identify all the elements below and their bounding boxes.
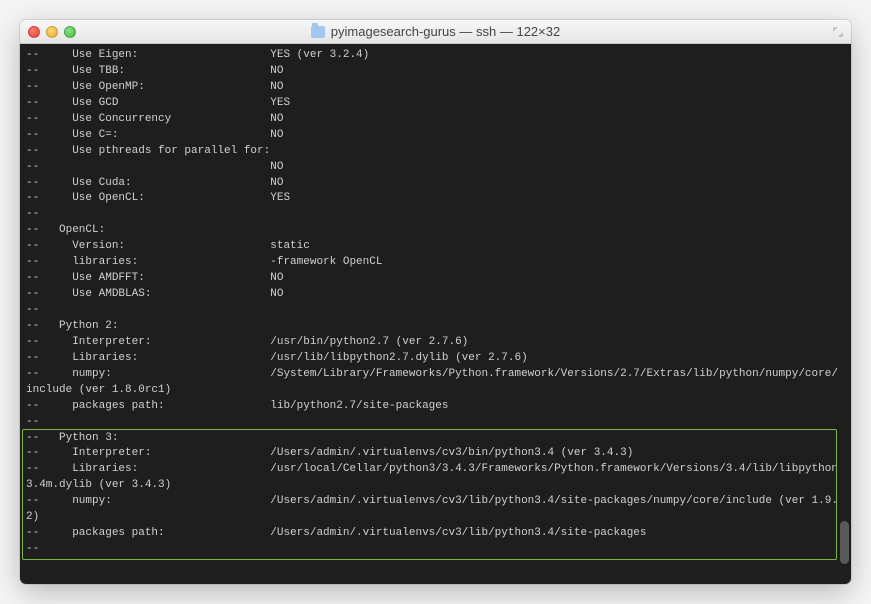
terminal-line: -- Use Eigen: YES (ver 3.2.4) bbox=[26, 48, 845, 64]
folder-icon bbox=[311, 26, 325, 38]
terminal-line: -- OpenCL: bbox=[26, 223, 845, 239]
terminal-line: -- Libraries: /usr/local/Cellar/python3/… bbox=[26, 462, 845, 478]
terminal-line: -- Use pthreads for parallel for: bbox=[26, 144, 845, 160]
window-title: pyimagesearch-gurus — ssh — 122×32 bbox=[20, 24, 851, 39]
close-icon[interactable] bbox=[28, 26, 40, 38]
minimize-icon[interactable] bbox=[46, 26, 58, 38]
terminal-line: -- Interpreter: /Users/admin/.virtualenv… bbox=[26, 446, 845, 462]
terminal-line: -- libraries: -framework OpenCL bbox=[26, 255, 845, 271]
terminal-line: -- Use OpenMP: NO bbox=[26, 80, 845, 96]
terminal-line: -- NO bbox=[26, 160, 845, 176]
terminal-line: -- Python 2: bbox=[26, 319, 845, 335]
terminal-body[interactable]: -- Use Eigen: YES (ver 3.2.4)-- Use TBB:… bbox=[20, 44, 851, 584]
terminal-line: -- Use OpenCL: YES bbox=[26, 191, 845, 207]
terminal-line: -- bbox=[26, 542, 845, 558]
expand-icon[interactable] bbox=[833, 27, 843, 37]
terminal-line: -- numpy: /System/Library/Frameworks/Pyt… bbox=[26, 367, 845, 383]
terminal-line: -- Use AMDBLAS: NO bbox=[26, 287, 845, 303]
terminal-output: -- Use Eigen: YES (ver 3.2.4)-- Use TBB:… bbox=[26, 48, 845, 558]
terminal-line: -- Version: static bbox=[26, 239, 845, 255]
terminal-line: -- packages path: /Users/admin/.virtuale… bbox=[26, 526, 845, 542]
terminal-line: include (ver 1.8.0rc1) bbox=[26, 383, 845, 399]
terminal-line: -- Use TBB: NO bbox=[26, 64, 845, 80]
scrollbar-track[interactable] bbox=[839, 48, 849, 580]
terminal-line: 2) bbox=[26, 510, 845, 526]
terminal-line: 3.4m.dylib (ver 3.4.3) bbox=[26, 478, 845, 494]
window-titlebar[interactable]: pyimagesearch-gurus — ssh — 122×32 bbox=[20, 20, 851, 44]
terminal-line: -- Use AMDFFT: NO bbox=[26, 271, 845, 287]
terminal-line: -- bbox=[26, 415, 845, 431]
terminal-line: -- Use Cuda: NO bbox=[26, 176, 845, 192]
terminal-line: -- Use GCD YES bbox=[26, 96, 845, 112]
window-title-text: pyimagesearch-gurus — ssh — 122×32 bbox=[331, 24, 560, 39]
terminal-line: -- packages path: lib/python2.7/site-pac… bbox=[26, 399, 845, 415]
terminal-line: -- Use Concurrency NO bbox=[26, 112, 845, 128]
traffic-lights bbox=[28, 26, 76, 38]
terminal-line: -- Libraries: /usr/lib/libpython2.7.dyli… bbox=[26, 351, 845, 367]
maximize-icon[interactable] bbox=[64, 26, 76, 38]
scrollbar-thumb[interactable] bbox=[840, 521, 849, 564]
terminal-window: pyimagesearch-gurus — ssh — 122×32 -- Us… bbox=[20, 20, 851, 584]
terminal-line: -- bbox=[26, 303, 845, 319]
terminal-line: -- bbox=[26, 207, 845, 223]
terminal-line: -- Python 3: bbox=[26, 431, 845, 447]
terminal-line: -- Interpreter: /usr/bin/python2.7 (ver … bbox=[26, 335, 845, 351]
terminal-line: -- numpy: /Users/admin/.virtualenvs/cv3/… bbox=[26, 494, 845, 510]
terminal-line: -- Use C=: NO bbox=[26, 128, 845, 144]
